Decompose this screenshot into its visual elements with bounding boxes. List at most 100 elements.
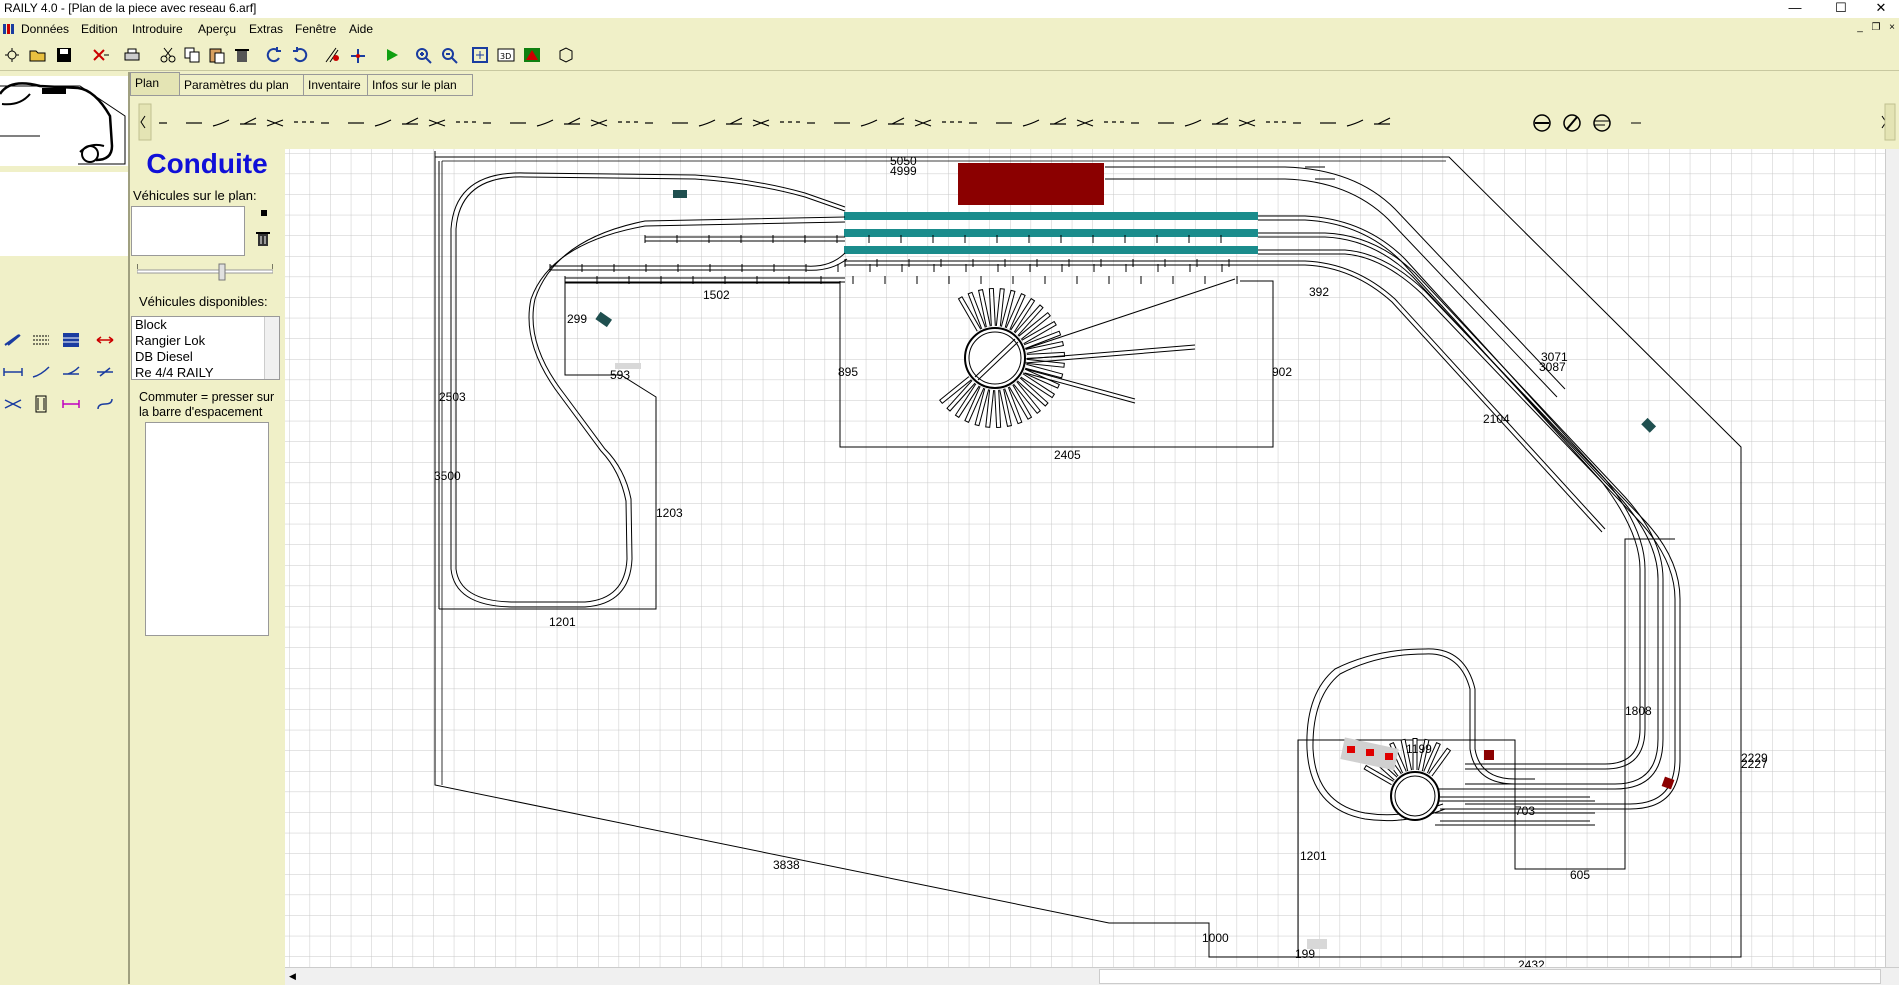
tab-inventaire[interactable]: Inventaire	[303, 74, 369, 96]
window-title: RAILY 4.0 - [Plan de la piece avec resea…	[4, 1, 257, 15]
overview-minimap[interactable]	[0, 76, 129, 166]
track-straight-tool-icon[interactable]	[2, 330, 24, 350]
available-vehicles-label: Véhicules disponibles:	[139, 294, 268, 309]
tab-parametres-du-plan[interactable]: Paramètres du plan	[179, 74, 305, 96]
dim-label: 2104	[1483, 412, 1510, 426]
view-3d-icon[interactable]: 3D	[496, 46, 516, 64]
minimize-button[interactable]: —	[1780, 0, 1810, 18]
canvas-horizontal-scrollbar[interactable]: ◀	[285, 967, 1899, 985]
list-item[interactable]: Re 4/4 RAILY	[132, 365, 279, 379]
dim-label: 1203	[656, 506, 683, 520]
measure-tool-icon[interactable]	[94, 330, 116, 350]
terrain-icon[interactable]	[522, 46, 542, 64]
menu-extras[interactable]: Extras	[249, 22, 283, 36]
platform	[844, 229, 1258, 237]
vehicle-dark[interactable]	[673, 190, 687, 198]
dim-label: 2405	[1054, 448, 1081, 462]
menu-edition[interactable]: Edition	[81, 22, 118, 36]
flex-track-icon[interactable]	[94, 394, 116, 414]
stop-icon[interactable]	[261, 210, 267, 216]
available-vehicles-list[interactable]: Block Rangier Lok DB Diesel Re 4/4 RAILY	[131, 316, 280, 380]
dim-label: 299	[567, 312, 587, 326]
mdi-restore-button[interactable]: ❐	[1868, 21, 1884, 35]
redo-icon[interactable]	[290, 46, 310, 64]
buffer-stop-icon[interactable]	[60, 394, 82, 414]
dim-label: 4999	[890, 164, 917, 178]
cut-icon[interactable]	[158, 46, 178, 64]
vehicle-darkred[interactable]	[1484, 750, 1494, 760]
undo-icon[interactable]	[264, 46, 284, 64]
delete-close-icon[interactable]	[90, 46, 110, 64]
zoom-fit-icon[interactable]	[470, 46, 490, 64]
title-bar: RAILY 4.0 - [Plan de la piece avec resea…	[0, 0, 1899, 18]
scroll-left-icon[interactable]: ◀	[289, 971, 296, 982]
layout-drawing[interactable]: 5050 4999 1502 392 299 593 2503 895 902 …	[285, 149, 1885, 967]
track-tool-icon[interactable]	[322, 46, 342, 64]
vehicle-red[interactable]	[1347, 746, 1355, 753]
copy-icon[interactable]	[182, 46, 202, 64]
list-item[interactable]: Rangier Lok	[132, 333, 279, 349]
panel-divider[interactable]	[128, 72, 130, 984]
dim-label: 895	[838, 365, 858, 379]
list-item[interactable]: DB Diesel	[132, 349, 279, 365]
zoom-in-icon[interactable]	[414, 46, 434, 64]
conduite-title: Conduite	[146, 148, 268, 179]
list-item[interactable]: Block	[132, 317, 279, 333]
grid-tool-icon[interactable]	[30, 330, 52, 350]
dim-label: 1502	[703, 288, 730, 302]
dim-label: 902	[1272, 365, 1292, 379]
paste-icon[interactable]	[206, 46, 226, 64]
export-icon[interactable]	[556, 46, 576, 64]
turntable-stall-inner	[995, 389, 1001, 427]
platform	[844, 212, 1258, 220]
switch-left-icon[interactable]	[60, 362, 82, 382]
left-panel	[0, 72, 129, 984]
open-icon[interactable]	[28, 46, 48, 64]
platform	[844, 246, 1258, 254]
dim-label: 1201	[549, 615, 576, 629]
dim-label: 593	[610, 368, 630, 382]
table-tool-icon[interactable]	[60, 330, 82, 350]
vehicle-details-box	[145, 422, 269, 636]
canvas-vertical-scrollbar[interactable]	[1885, 149, 1899, 967]
menu-aide[interactable]: Aide	[349, 22, 373, 36]
menu-introduire[interactable]: Introduire	[132, 22, 183, 36]
list-scrollbar[interactable]	[264, 317, 279, 379]
maximize-button[interactable]: ☐	[1826, 0, 1856, 18]
vehicle-red[interactable]	[1385, 753, 1393, 760]
trash-icon[interactable]	[255, 230, 271, 248]
vehicle-red[interactable]	[1366, 749, 1374, 756]
menu-apercu[interactable]: Aperçu	[198, 22, 236, 36]
menu-donnees[interactable]: Données	[21, 22, 69, 36]
zoom-out-icon[interactable]	[440, 46, 460, 64]
app-icon[interactable]	[2, 22, 16, 36]
scroll-thumb[interactable]	[1099, 969, 1881, 984]
crossing-icon[interactable]	[2, 394, 24, 414]
track-palette[interactable]	[137, 100, 1897, 146]
print-icon[interactable]	[122, 46, 142, 64]
tab-infos-sur-le-plan[interactable]: Infos sur le plan	[367, 74, 473, 96]
straight-track-icon[interactable]	[2, 362, 24, 382]
connect-icon[interactable]	[348, 46, 368, 64]
dim-label: 2432	[1518, 958, 1545, 967]
close-button[interactable]: ✕	[1866, 0, 1896, 18]
switch-right-icon[interactable]	[94, 362, 116, 382]
curve-track-icon[interactable]	[30, 362, 52, 382]
vehicles-on-plan-list[interactable]	[131, 206, 245, 256]
trash-icon[interactable]	[232, 46, 252, 64]
new-icon[interactable]	[2, 46, 22, 64]
vehicles-on-plan-label: Véhicules sur le plan:	[133, 188, 257, 203]
dim-label: 1199	[1406, 742, 1432, 756]
run-icon[interactable]	[382, 46, 402, 64]
mdi-close-button[interactable]: ×	[1884, 21, 1899, 35]
mdi-minimize-button[interactable]: _	[1852, 21, 1868, 35]
tab-plan[interactable]: Plan	[130, 72, 180, 96]
save-icon[interactable]	[54, 46, 74, 64]
grid	[285, 149, 1885, 967]
menu-fenetre[interactable]: Fenêtre	[295, 22, 336, 36]
dim-label: 1808	[1625, 704, 1652, 718]
bridge-icon[interactable]	[30, 394, 52, 414]
plan-canvas[interactable]: 5050 4999 1502 392 299 593 2503 895 902 …	[285, 149, 1885, 967]
dim-label: 3087	[1539, 360, 1566, 374]
speed-slider[interactable]	[137, 262, 273, 282]
